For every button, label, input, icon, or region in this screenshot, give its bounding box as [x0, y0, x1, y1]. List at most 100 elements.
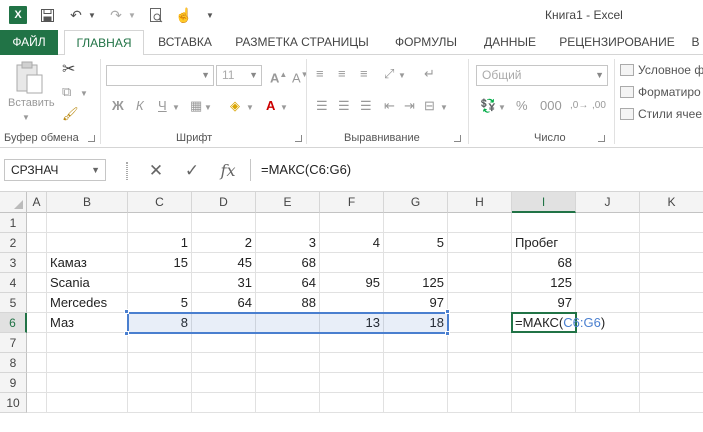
column-header-b[interactable]: B	[47, 192, 128, 213]
column-header-h[interactable]: H	[448, 192, 512, 213]
cell-f7[interactable]	[320, 333, 384, 353]
cell-b7[interactable]	[47, 333, 128, 353]
cell-h7[interactable]	[448, 333, 512, 353]
cell-j7[interactable]	[576, 333, 640, 353]
copy-dropdown-icon[interactable]: ▼	[80, 85, 88, 103]
tab-review[interactable]: РЕЦЕНЗИРОВАНИЕ	[554, 30, 680, 55]
align-center-icon[interactable]: ☰	[338, 97, 350, 115]
cell-a6[interactable]	[27, 313, 47, 333]
cell-h3[interactable]	[448, 253, 512, 273]
column-header-j[interactable]: J	[576, 192, 640, 213]
column-header-k[interactable]: K	[640, 192, 703, 213]
cell-a9[interactable]	[27, 373, 47, 393]
column-header-e[interactable]: E	[256, 192, 320, 213]
cell-f2[interactable]: 4	[320, 233, 384, 253]
cell-g2[interactable]: 5	[384, 233, 448, 253]
tab-page-layout[interactable]: РАЗМЕТКА СТРАНИЦЫ	[228, 30, 376, 55]
align-top-icon[interactable]: ≡	[316, 65, 324, 83]
cell-f4[interactable]: 95	[320, 273, 384, 293]
cancel-icon[interactable]: ✕	[142, 160, 170, 182]
number-format-combo[interactable]: Общий ▼	[476, 65, 608, 86]
range-resize-handle[interactable]	[124, 309, 129, 314]
range-resize-handle[interactable]	[445, 309, 450, 314]
cell-j1[interactable]	[576, 213, 640, 233]
cell-d7[interactable]	[192, 333, 256, 353]
increase-indent-icon[interactable]: ⇥	[404, 97, 415, 115]
cell-b5[interactable]: Mercedes	[47, 293, 128, 313]
currency-icon[interactable]: 💱	[480, 97, 496, 115]
font-size-combo[interactable]: 11 ▼	[216, 65, 262, 86]
row-header-1[interactable]: 1	[0, 213, 27, 233]
cell-i5[interactable]: 97	[512, 293, 576, 313]
cell-k8[interactable]	[640, 353, 703, 373]
orientation-icon[interactable]: ⤢	[384, 65, 394, 83]
merge-center-icon[interactable]: ⊟	[424, 97, 435, 115]
customize-toolbar-icon[interactable]: ▼	[204, 5, 216, 25]
cell-e2[interactable]: 3	[256, 233, 320, 253]
borders-dropdown-icon[interactable]: ▼	[204, 99, 212, 117]
cell-h9[interactable]	[448, 373, 512, 393]
cell-c1[interactable]	[128, 213, 192, 233]
copy-icon[interactable]: ⧉	[62, 83, 71, 101]
tab-data[interactable]: ДАННЫЕ	[474, 30, 546, 55]
cut-icon[interactable]: ✂	[62, 61, 75, 79]
reference-range-highlight[interactable]	[127, 312, 449, 334]
range-resize-handle[interactable]	[445, 331, 450, 336]
cell-c8[interactable]	[128, 353, 192, 373]
cell-j4[interactable]	[576, 273, 640, 293]
cell-e10[interactable]	[256, 393, 320, 413]
borders-icon[interactable]: ▦	[190, 97, 202, 115]
italic-button[interactable]: К	[136, 97, 144, 115]
wrap-text-icon[interactable]: ↵	[424, 65, 435, 83]
column-header-f[interactable]: F	[320, 192, 384, 213]
cell-i2[interactable]: Пробег	[512, 233, 576, 253]
cell-g5[interactable]: 97	[384, 293, 448, 313]
cell-i1[interactable]	[512, 213, 576, 233]
row-header-10[interactable]: 10	[0, 393, 27, 413]
cell-f8[interactable]	[320, 353, 384, 373]
alignment-launcher-icon[interactable]	[454, 135, 461, 142]
resize-handle[interactable]	[126, 162, 128, 180]
cell-c3[interactable]: 15	[128, 253, 192, 273]
cell-d2[interactable]: 2	[192, 233, 256, 253]
cell-h4[interactable]	[448, 273, 512, 293]
paste-dropdown-icon[interactable]: ▼	[22, 113, 30, 122]
cell-i9[interactable]	[512, 373, 576, 393]
column-header-d[interactable]: D	[192, 192, 256, 213]
cell-e5[interactable]: 88	[256, 293, 320, 313]
cell-h2[interactable]	[448, 233, 512, 253]
select-all-button[interactable]	[0, 192, 27, 213]
enter-icon[interactable]: ✓	[178, 160, 206, 182]
cell-a10[interactable]	[27, 393, 47, 413]
insert-function-icon[interactable]: fx	[214, 160, 242, 182]
cell-f3[interactable]	[320, 253, 384, 273]
cell-h6[interactable]	[448, 313, 512, 333]
row-header-6[interactable]: 6	[0, 313, 27, 333]
cell-b4[interactable]: Scania	[47, 273, 128, 293]
decrease-decimal-icon[interactable]: ,00	[592, 97, 606, 115]
row-header-5[interactable]: 5	[0, 293, 27, 313]
active-cell-editor[interactable]: =МАКС(C6:G6)	[511, 312, 605, 333]
cell-c7[interactable]	[128, 333, 192, 353]
tab-view[interactable]: В	[688, 30, 703, 55]
cell-d10[interactable]	[192, 393, 256, 413]
fill-dropdown-icon[interactable]: ▼	[246, 99, 254, 117]
grow-font-icon[interactable]: A▲	[270, 66, 287, 87]
column-header-i[interactable]: I	[512, 192, 576, 213]
cell-b1[interactable]	[47, 213, 128, 233]
cell-h5[interactable]	[448, 293, 512, 313]
cell-g10[interactable]	[384, 393, 448, 413]
tab-home[interactable]: ГЛАВНАЯ	[64, 30, 144, 56]
cell-d4[interactable]: 31	[192, 273, 256, 293]
cell-f10[interactable]	[320, 393, 384, 413]
cell-b10[interactable]	[47, 393, 128, 413]
cell-c10[interactable]	[128, 393, 192, 413]
cell-i4[interactable]: 125	[512, 273, 576, 293]
clipboard-launcher-icon[interactable]	[88, 135, 95, 142]
comma-style-icon[interactable]: 000	[540, 97, 562, 115]
cell-h10[interactable]	[448, 393, 512, 413]
cell-f5[interactable]	[320, 293, 384, 313]
cell-g3[interactable]	[384, 253, 448, 273]
cell-b9[interactable]	[47, 373, 128, 393]
cell-e3[interactable]: 68	[256, 253, 320, 273]
